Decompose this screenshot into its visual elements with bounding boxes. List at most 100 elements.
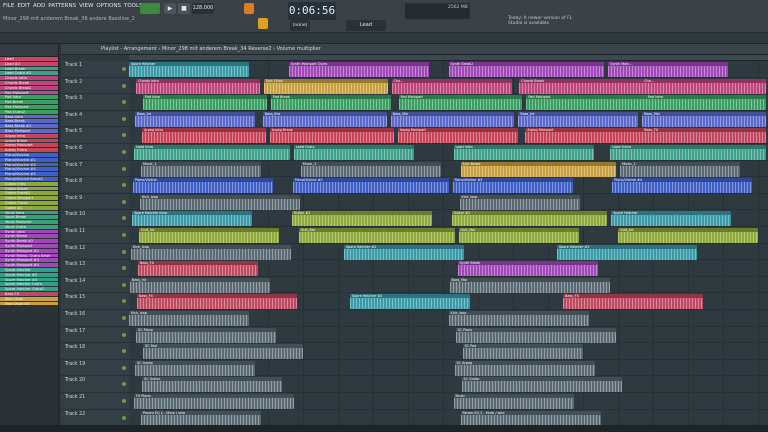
track-mute-icon[interactable]: [122, 282, 126, 287]
pattern-clip[interactable]: Guit_Int: [618, 228, 759, 243]
pattern-clip[interactable]: Guitar #2: [451, 211, 608, 227]
track-header[interactable]: Track 5: [61, 127, 129, 144]
pattern-clip[interactable]: SC Piano: [455, 327, 616, 343]
track-lane[interactable]: Spore Hatcher Intro Guitar #2 Guitar #2 Spo…: [129, 210, 768, 227]
track-mute-icon[interactable]: [122, 399, 126, 403]
track-lane[interactable]: Pad Intro Pad Break Pad Mainpart Pad Mainpa…: [129, 94, 768, 111]
pattern-clip[interactable]: Pad Intro: [646, 95, 766, 111]
track-header[interactable]: Track 6: [61, 144, 129, 161]
pattern-clip[interactable]: Chords Break: [519, 78, 644, 94]
tempo-display[interactable]: 128.000: [192, 3, 214, 14]
track-lane[interactable]: Param EQ 2 - Mute / solo Param EQ 2 - Mut…: [129, 409, 768, 427]
track-lane[interactable]: Kick_loop Spore Hatcher #2 Spore Hatcher #…: [129, 243, 768, 261]
pattern-clip[interactable]: Spore Hatcher #2: [350, 294, 470, 310]
pattern-clip[interactable]: Lead Intro: [134, 145, 290, 160]
track-header[interactable]: Track 19: [61, 359, 129, 377]
pattern-clip[interactable]: Pad Mainpart: [526, 95, 651, 111]
track-mute-icon[interactable]: [122, 299, 126, 304]
track-mute-icon[interactable]: [122, 233, 126, 237]
track-header[interactable]: Track 10: [61, 210, 129, 227]
pattern-clip[interactable]: Bass_FX: [137, 294, 297, 310]
tool-selector[interactable]: Lead: [346, 20, 386, 31]
track-header[interactable]: Track 14: [61, 276, 129, 294]
pattern-clip[interactable]: Bass_Mai: [642, 111, 766, 127]
track-mute-icon[interactable]: [122, 183, 126, 188]
pattern-item[interactable]: Epic Choir #2: [0, 301, 58, 307]
track-lane[interactable]: FX Piano Music: [129, 393, 768, 410]
pattern-clip[interactable]: Guitar #2: [291, 211, 432, 227]
track-mute-icon[interactable]: [122, 332, 126, 337]
pattern-clip[interactable]: Chords Intro: [136, 78, 260, 94]
track-mute-icon[interactable]: [122, 349, 126, 354]
pattern-clip[interactable]: Spore Hatcher Intro: [132, 211, 252, 227]
track-lane[interactable]: Chords Intro Epic Choir Cho... Chords Break…: [129, 77, 768, 95]
track-mute-icon[interactable]: [122, 100, 126, 105]
pattern-clip[interactable]: Bass_FX: [563, 294, 703, 310]
pattern-clip[interactable]: Bass_FX: [642, 128, 766, 144]
track-mute-icon[interactable]: [122, 116, 126, 121]
menu-item-edit[interactable]: EDIT: [17, 3, 30, 9]
menu-item-patterns[interactable]: PATTERNS: [48, 3, 76, 9]
pattern-clip[interactable]: Bass_FX: [138, 261, 258, 277]
pattern-clip[interactable]: Pad Mainpart: [398, 95, 523, 111]
track-header[interactable]: Track 8: [61, 177, 129, 194]
snap-selector[interactable]: (none): [290, 20, 310, 31]
track-header[interactable]: Track 3: [61, 94, 129, 111]
pattern-song-toggle[interactable]: [140, 3, 160, 14]
pattern-clip[interactable]: Bass_Int: [135, 111, 255, 127]
track-lane[interactable]: Bass_Int Bass_Mai: [129, 276, 768, 294]
pattern-clip[interactable]: Spore Hatcher: [611, 211, 732, 227]
pattern-clip[interactable]: Kick_loop: [140, 194, 300, 210]
track-header[interactable]: Track 16: [61, 310, 129, 327]
pattern-clip[interactable]: Pad Break: [270, 95, 391, 111]
track-header[interactable]: Track 11: [61, 227, 129, 244]
track-mute-icon[interactable]: [122, 365, 126, 370]
pattern-clip[interactable]: Kick_loop: [448, 311, 589, 326]
pattern-clip[interactable]: Arpeg Mainpart: [397, 128, 518, 144]
pattern-clip[interactable]: SC Arpeg: [135, 360, 255, 376]
track-lane[interactable]: SC Arpeg SC Arpeg: [129, 359, 768, 377]
track-lane[interactable]: Kick_loop Kick_loop: [129, 193, 768, 211]
pattern-clip[interactable]: Lead Outro: [610, 145, 766, 160]
pattern-clip[interactable]: SC Guitar: [142, 377, 282, 393]
pattern-clip[interactable]: Spore Hatcher #3: [557, 244, 697, 260]
pattern-clip[interactable]: Param EQ 2 - Mute / solo: [460, 410, 601, 426]
news-text[interactable]: Today: A newer version of FL Studio is a…: [508, 16, 578, 26]
track-mute-icon[interactable]: [122, 67, 126, 71]
pattern-clip[interactable]: Guit_Int: [139, 228, 279, 243]
pattern-clip[interactable]: Spore Hatcher: [129, 62, 249, 77]
track-mute-icon[interactable]: [122, 382, 126, 387]
track-header[interactable]: Track 22: [61, 409, 129, 427]
pattern-clip[interactable]: Epic Break: [460, 161, 617, 177]
menu-item-options[interactable]: OPTIONS: [96, 3, 121, 9]
track-header[interactable]: Track 20: [61, 376, 129, 393]
track-lane[interactable]: SC Guitar SC Guitar: [129, 376, 768, 393]
pattern-clip[interactable]: Pad Intro: [143, 95, 267, 111]
track-header[interactable]: Track 7: [61, 160, 129, 178]
track-mute-icon[interactable]: [122, 216, 126, 221]
pattern-clip[interactable]: Kick_loop: [459, 194, 580, 210]
pattern-clip[interactable]: Lead Intro: [453, 145, 594, 160]
stop-icon[interactable]: ■: [178, 3, 190, 14]
pattern-clip[interactable]: Cho...: [391, 78, 512, 94]
pattern-clip[interactable]: Guit_Bre: [298, 228, 455, 243]
pattern-clip[interactable]: Param EQ 2 - Mute / solo: [141, 410, 261, 426]
play-icon[interactable]: ▶: [164, 3, 176, 14]
pattern-clip[interactable]: Piano/Violine #4: [612, 178, 753, 194]
track-header[interactable]: Track 13: [61, 260, 129, 277]
track-mute-icon[interactable]: [122, 199, 126, 204]
track-lane[interactable]: Bass_Int Bass_Bre Bass_Mai Bass_Int Bass_Mai: [129, 110, 768, 128]
pattern-clip[interactable]: Kick_loop: [131, 244, 291, 260]
pattern-clip[interactable]: Bass_Int: [130, 277, 270, 293]
pattern-clip[interactable]: SC Pad: [143, 344, 303, 360]
pattern-clip[interactable]: Arpeg Intro: [142, 128, 266, 144]
pattern-clip[interactable]: Kick_loop: [129, 311, 249, 326]
pattern-clip[interactable]: Music_1: [141, 161, 261, 177]
pattern-clip[interactable]: Piano/Violine #2: [292, 178, 449, 194]
track-lane[interactable]: Lead Intro Lead Outro Lead Intro Lead Outro: [129, 144, 768, 161]
pattern-clip[interactable]: Spore Hatcher #2: [344, 244, 464, 260]
track-header[interactable]: Track 15: [61, 293, 129, 310]
pattern-clip[interactable]: SC Arpeg: [454, 360, 595, 376]
pattern-clip[interactable]: Epic Choir: [263, 78, 388, 94]
pattern-clip[interactable]: Piano/Violine: [133, 178, 273, 194]
